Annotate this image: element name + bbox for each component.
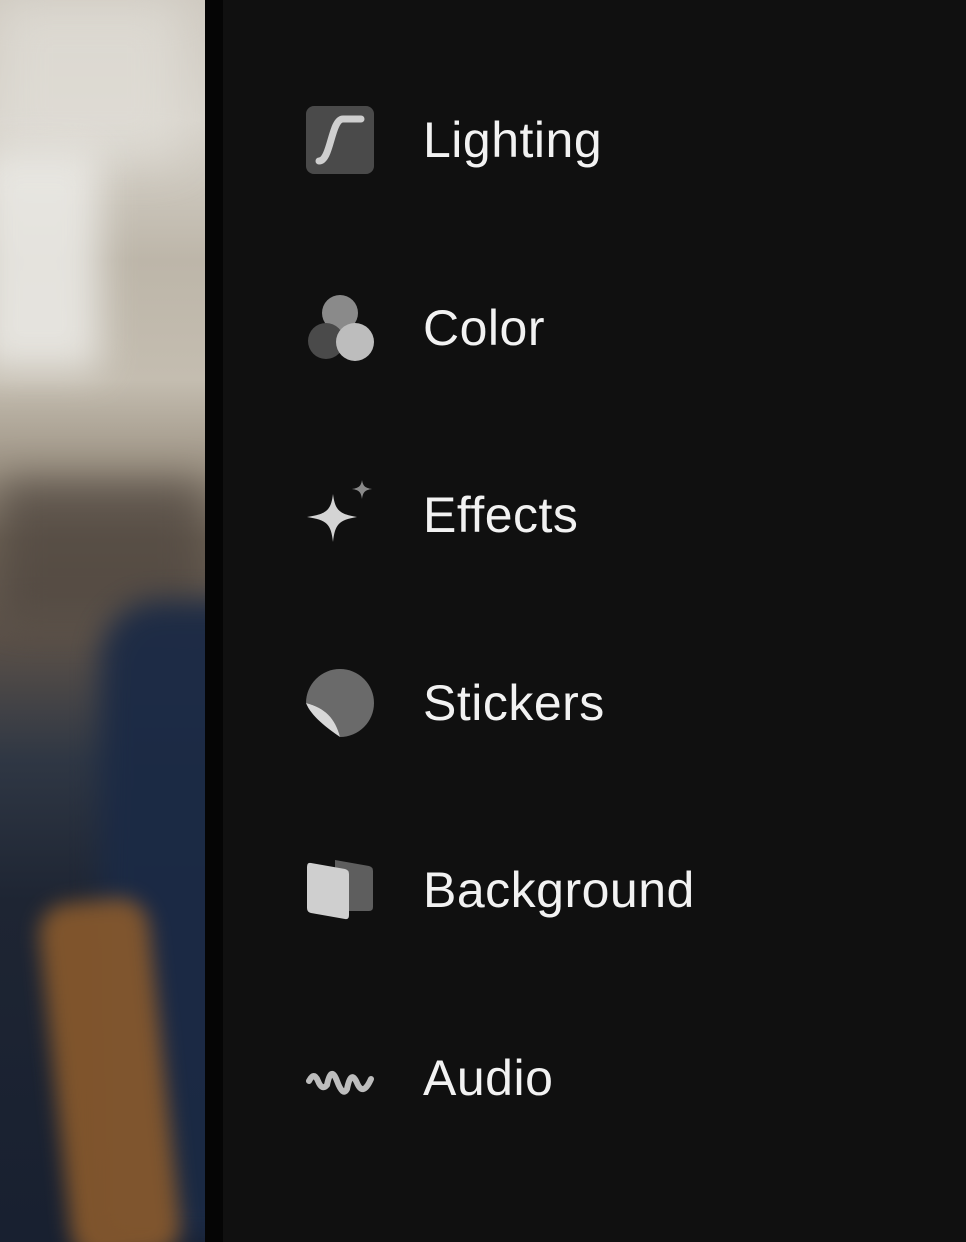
menu-item-lighting[interactable]: Lighting [305,95,602,185]
menu-item-label: Lighting [423,112,603,168]
menu-item-label: Stickers [423,675,605,731]
menu-item-label: Effects [423,487,579,543]
sticker-peel-icon [305,668,375,738]
menu-item-label: Color [423,300,545,356]
audio-wave-icon [305,1043,375,1113]
camera-preview [0,0,205,1242]
color-circles-icon [305,293,375,363]
lighting-curve-icon [305,105,375,175]
panel-divider [205,0,223,1242]
menu-item-label: Background [423,862,695,918]
background-layers-icon [305,855,375,925]
menu-item-color[interactable]: Color [305,283,545,373]
menu-item-background[interactable]: Background [305,845,695,935]
menu-item-stickers[interactable]: Stickers [305,658,605,748]
sparkle-icon [305,480,375,550]
menu-item-effects[interactable]: Effects [305,470,578,560]
menu-item-audio[interactable]: Audio [305,1033,553,1123]
menu-item-label: Audio [423,1050,554,1106]
